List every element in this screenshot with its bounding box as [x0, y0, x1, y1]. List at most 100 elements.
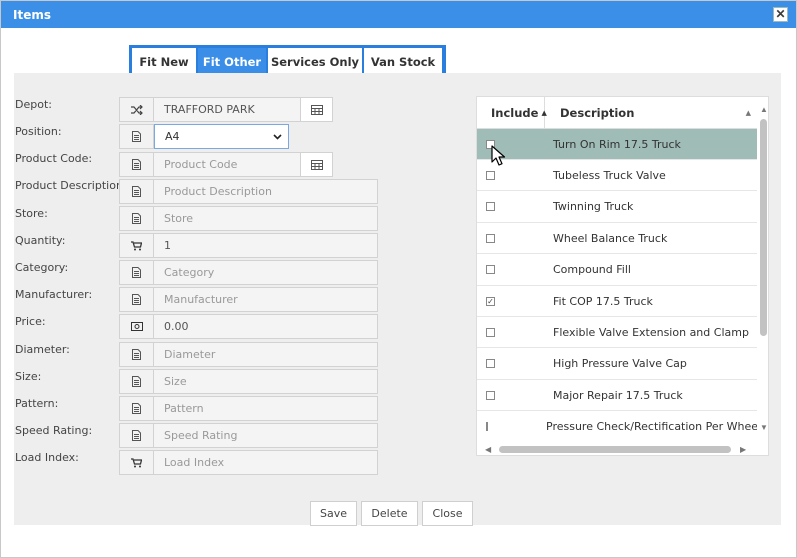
table-row[interactable]: Turn On Rim 17.5 Truck: [477, 129, 757, 160]
manufacturer-label: Manufacturer:: [15, 288, 93, 301]
category-field[interactable]: Category: [154, 260, 378, 285]
load-index-label: Load Index:: [15, 451, 79, 464]
row-description: Pressure Check/Rectification Per Wheel: [546, 420, 762, 434]
speed-rating-label: Speed Rating:: [15, 424, 93, 437]
price-field[interactable]: 0.00: [154, 314, 378, 339]
tab-van-stock[interactable]: Van Stock: [364, 48, 442, 75]
product-code-label: Product Code:: [15, 152, 93, 165]
row-description: Major Repair 17.5 Truck: [553, 388, 683, 402]
diameter-row: Diameter: [119, 342, 378, 367]
speed-rating-field[interactable]: Speed Rating: [154, 423, 378, 448]
delete-button[interactable]: Delete: [361, 501, 418, 526]
store-label: Store:: [15, 207, 48, 220]
store-field[interactable]: Store: [154, 206, 378, 231]
title-bar: Items ✕: [1, 1, 796, 28]
include-checkbox[interactable]: [486, 202, 495, 212]
depot-row: TRAFFORD PARK: [119, 97, 333, 122]
tab-fit-other[interactable]: Fit Other: [198, 48, 266, 75]
row-description: Flexible Valve Extension and Clamp: [553, 325, 749, 339]
include-checkbox[interactable]: [486, 233, 495, 243]
position-label: Position:: [15, 125, 62, 138]
position-select[interactable]: A4: [154, 124, 289, 149]
close-button[interactable]: Close: [422, 501, 473, 526]
tab-fit-new[interactable]: Fit New: [132, 48, 196, 75]
table-row[interactable]: ✓ Fit COP 17.5 Truck: [477, 286, 757, 317]
table-row[interactable]: Flexible Valve Extension and Clamp: [477, 317, 757, 349]
items-grid: Include ▲ Description ▲ Turn On Rim 17.5…: [476, 96, 769, 456]
cart-icon: [119, 450, 154, 475]
row-description: Compound Fill: [553, 263, 631, 277]
vertical-scroll-thumb[interactable]: [760, 119, 767, 336]
include-checkbox[interactable]: [486, 390, 495, 400]
product-code-field[interactable]: Product Code: [154, 152, 301, 177]
close-icon[interactable]: ✕: [773, 7, 788, 22]
document-icon: [119, 206, 154, 231]
diameter-field[interactable]: Diameter: [154, 342, 378, 367]
include-checkbox[interactable]: [486, 422, 488, 432]
table-row[interactable]: Compound Fill: [477, 255, 757, 286]
chevron-down-icon: [273, 133, 282, 140]
pattern-row: Pattern: [119, 396, 378, 421]
description-header-label: Description: [560, 106, 635, 120]
pattern-label: Pattern:: [15, 397, 59, 410]
position-value: A4: [165, 130, 180, 143]
load-index-field[interactable]: Load Index: [154, 450, 378, 475]
scroll-right-arrow-icon[interactable]: ▶: [740, 445, 746, 454]
tab-services-only[interactable]: Services Only: [268, 48, 362, 75]
table-row[interactable]: Major Repair 17.5 Truck: [477, 380, 757, 412]
category-row: Category: [119, 260, 378, 285]
quantity-row: 1: [119, 233, 378, 258]
save-button[interactable]: Save: [310, 501, 357, 526]
load-index-row: Load Index: [119, 450, 378, 475]
scroll-up-icon: ▲: [745, 109, 751, 117]
diameter-label: Diameter:: [15, 343, 70, 356]
tab-strip: Fit New Fit Other Services Only Van Stoc…: [129, 45, 446, 75]
manufacturer-field[interactable]: Manufacturer: [154, 287, 378, 312]
items-dialog: Items ✕ Fit New Fit Other Services Only …: [0, 0, 797, 558]
depot-lookup-button[interactable]: [301, 97, 333, 122]
category-label: Category:: [15, 261, 69, 274]
scroll-down-arrow-icon[interactable]: ▼: [760, 423, 768, 432]
table-row[interactable]: Twinning Truck: [477, 192, 757, 223]
size-row: Size: [119, 369, 378, 394]
row-description: Fit COP 17.5 Truck: [553, 294, 653, 308]
product-code-lookup-button[interactable]: [301, 152, 333, 177]
scroll-left-arrow-icon[interactable]: ◀: [485, 445, 491, 454]
include-column-header[interactable]: Include ▲: [477, 97, 547, 129]
row-description: Tubeless Truck Valve: [553, 168, 666, 182]
quantity-field[interactable]: 1: [154, 233, 378, 258]
scroll-up-arrow-icon[interactable]: ▲: [760, 105, 768, 114]
table-row[interactable]: High Pressure Valve Cap: [477, 349, 757, 380]
description-column-header[interactable]: Description ▲: [545, 97, 757, 129]
depot-field[interactable]: TRAFFORD PARK: [154, 97, 301, 122]
document-icon: [119, 152, 154, 177]
pattern-field[interactable]: Pattern: [154, 396, 378, 421]
money-icon: [119, 314, 154, 339]
size-field[interactable]: Size: [154, 369, 378, 394]
include-checkbox[interactable]: [486, 359, 495, 369]
document-icon: [119, 396, 154, 421]
shuffle-icon: [119, 97, 154, 122]
table-row[interactable]: Wheel Balance Truck: [477, 223, 757, 255]
include-checkbox[interactable]: ✓: [486, 296, 495, 306]
row-description: High Pressure Valve Cap: [553, 357, 687, 371]
row-description: Turn On Rim 17.5 Truck: [553, 137, 681, 151]
include-checkbox[interactable]: [486, 170, 495, 180]
horizontal-scrollbar[interactable]: ◀ ▶: [477, 442, 757, 455]
table-icon: [310, 159, 323, 170]
table-row[interactable]: Pressure Check/Rectification Per Wheel: [477, 412, 761, 443]
document-icon: [119, 260, 154, 285]
table-row[interactable]: Tubeless Truck Valve: [477, 160, 757, 192]
include-header-label: Include: [491, 106, 539, 120]
row-description: Wheel Balance Truck: [553, 231, 668, 245]
horizontal-scroll-thumb[interactable]: [499, 446, 731, 453]
product-description-field[interactable]: Product Description: [154, 179, 378, 204]
vertical-scrollbar[interactable]: ▲ ▼: [757, 97, 768, 442]
table-icon: [310, 104, 323, 115]
document-icon: [119, 124, 154, 149]
include-checkbox[interactable]: [486, 265, 495, 275]
include-checkbox[interactable]: [486, 327, 495, 337]
size-label: Size:: [15, 370, 42, 383]
dialog-title: Items: [13, 8, 51, 22]
grid-header: Include ▲ Description ▲: [477, 97, 757, 129]
